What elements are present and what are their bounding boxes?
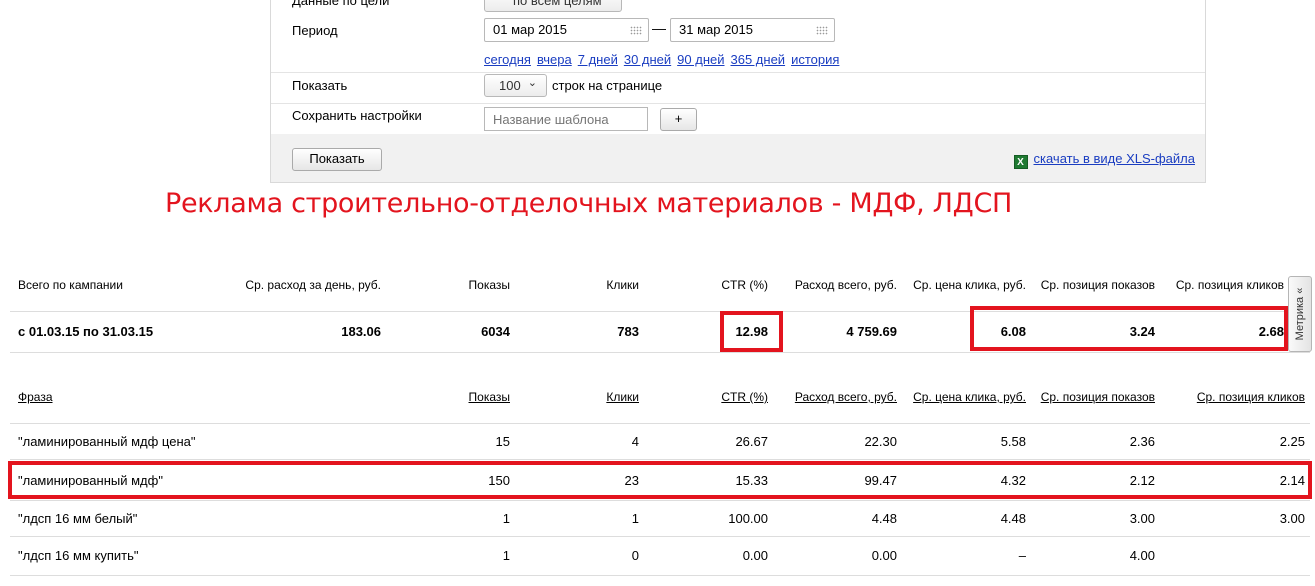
period-link-90-days[interactable]: 90 дней xyxy=(677,52,724,67)
row-divider xyxy=(10,575,1310,576)
summary-header: Расход всего, руб. xyxy=(794,278,897,292)
quick-period-links: сегодня вчера 7 дней 30 дней 90 дней 365 дней… xyxy=(484,52,845,67)
goal-select-value: по всем целям xyxy=(513,0,602,8)
summary-header: Клики xyxy=(606,278,639,292)
ctr-cell: 0.00 xyxy=(742,548,768,563)
clicks-cell: 4 xyxy=(631,434,639,449)
metrika-side-tab[interactable]: Метрика « xyxy=(1288,276,1312,352)
summary-period: с 01.03.15 по 31.03.15 xyxy=(18,324,154,339)
avg-impression-position-cell: 4.00 xyxy=(1129,548,1155,563)
sort-column-ctr[interactable]: CTR (%) xyxy=(721,390,768,404)
impressions-cell: 1 xyxy=(502,511,510,526)
add-template-button[interactable]: + xyxy=(660,108,697,131)
ctr-cell: 26.67 xyxy=(735,434,768,449)
clicks-cell: 0 xyxy=(631,548,639,563)
date-range-dash: — xyxy=(652,20,666,36)
summary-header: Ср. позиция показов xyxy=(1040,278,1155,292)
sort-column-avg-click-position[interactable]: Ср. позиция кликов xyxy=(1197,390,1305,404)
divider xyxy=(271,103,1205,104)
period-link-30-days[interactable]: 30 дней xyxy=(624,52,671,67)
total-cost-cell: 22.30 xyxy=(864,434,897,449)
total-cost-cell: 4.48 xyxy=(871,511,897,526)
date-to-value: 31 мар 2015 xyxy=(679,22,754,37)
sort-column-impressions[interactable]: Показы xyxy=(469,390,510,404)
calendar-icon[interactable] xyxy=(816,26,828,35)
avg-impression-position-cell: 3.00 xyxy=(1129,511,1155,526)
goal-select[interactable]: по всем целям ⌄ xyxy=(484,0,622,12)
avg-cpc-cell: 4.48 xyxy=(1000,511,1026,526)
rows-per-page-select[interactable]: 100 ⌄ xyxy=(484,74,547,97)
period-link-yesterday[interactable]: вчера xyxy=(537,52,572,67)
phrase-cell: "лдсп 16 мм купить" xyxy=(18,548,139,563)
divider xyxy=(271,72,1205,73)
avg-cpc-cell: – xyxy=(1018,548,1026,563)
row-divider xyxy=(10,500,1310,501)
avg-click-position-cell: 2.25 xyxy=(1279,434,1305,449)
period-link-today[interactable]: сегодня xyxy=(484,52,531,67)
rows-per-page-suffix: строк на странице xyxy=(552,78,663,93)
impressions-cell: 1 xyxy=(502,548,510,563)
sort-column-phrase[interactable]: Фраза xyxy=(18,390,53,404)
template-name-input[interactable] xyxy=(484,107,648,131)
summary-header: Всего по кампании xyxy=(18,278,123,292)
show-report-button[interactable]: Показать xyxy=(292,148,382,171)
date-from-field[interactable]: 01 мар 2015 xyxy=(484,18,649,42)
save-settings-label: Сохранить настройки xyxy=(292,108,422,123)
campaign-heading: Реклама строительно-отделочных материало… xyxy=(165,188,1013,219)
panel-footer: Показать Xскачать в виде XLS-файла xyxy=(271,134,1205,182)
metrika-tab-label: Метрика « xyxy=(1294,287,1306,341)
sort-column-avg-cpc[interactable]: Ср. цена клика, руб. xyxy=(913,390,1026,404)
summary-header: Ср. расход за день, руб. xyxy=(245,278,381,292)
calendar-icon[interactable] xyxy=(630,26,642,35)
period-link-7-days[interactable]: 7 дней xyxy=(578,52,618,67)
summary-value: 783 xyxy=(617,324,639,339)
impressions-cell: 15 xyxy=(495,434,510,449)
sort-column-total-cost[interactable]: Расход всего, руб. xyxy=(795,390,897,404)
download-xls-link[interactable]: Xскачать в виде XLS-файла xyxy=(1013,151,1196,169)
phrase-cell: "ламинированный мдф цена" xyxy=(18,434,196,449)
avg-impression-position-cell: 2.36 xyxy=(1129,434,1155,449)
summary-value: 183.06 xyxy=(341,324,381,339)
period-link-history[interactable]: история xyxy=(791,52,839,67)
period-label: Период xyxy=(292,23,338,38)
ctr-highlight-box xyxy=(720,311,783,352)
phrase-cell: "лдсп 16 мм белый" xyxy=(18,511,138,526)
date-to-field[interactable]: 31 мар 2015 xyxy=(670,18,835,42)
summary-value: 6034 xyxy=(481,324,510,339)
summary-value: 4 759.69 xyxy=(846,324,897,339)
clicks-cell: 1 xyxy=(631,511,639,526)
sort-column-avg-impression-position[interactable]: Ср. позиция показов xyxy=(1041,390,1155,404)
download-xls-label[interactable]: скачать в виде XLS-файла xyxy=(1034,151,1196,166)
sort-column-clicks[interactable]: Клики xyxy=(606,390,639,404)
chevron-down-icon: ⌄ xyxy=(605,0,613,3)
goal-label: Данные по цели xyxy=(292,0,390,8)
avg-cpc-cell: 5.58 xyxy=(1000,434,1026,449)
chevron-down-icon: ⌄ xyxy=(527,77,537,89)
total-cost-cell: 0.00 xyxy=(871,548,897,563)
summary-header: CTR (%) xyxy=(721,278,768,292)
row-divider xyxy=(10,459,1310,460)
date-from-value: 01 мар 2015 xyxy=(493,22,568,37)
row-divider xyxy=(10,536,1310,537)
rows-per-page-value: 100 xyxy=(499,78,521,93)
period-link-365-days[interactable]: 365 дней xyxy=(731,52,786,67)
avg-click-position-cell: 3.00 xyxy=(1279,511,1305,526)
ctr-cell: 100.00 xyxy=(728,511,768,526)
row-divider xyxy=(10,352,1310,353)
summary-header: Ср. позиция кликов xyxy=(1175,278,1284,292)
summary-header: Показы xyxy=(468,278,510,292)
show-label: Показать xyxy=(292,78,348,93)
summary-header: Ср. цена клика, руб. xyxy=(913,278,1026,292)
row-highlight-box xyxy=(8,461,1312,499)
cost-position-highlight-box xyxy=(970,306,1288,351)
report-settings-panel: Данные по цели по всем целям ⌄ Период 01… xyxy=(270,0,1206,183)
excel-icon: X xyxy=(1013,155,1028,169)
row-divider xyxy=(10,423,1310,424)
